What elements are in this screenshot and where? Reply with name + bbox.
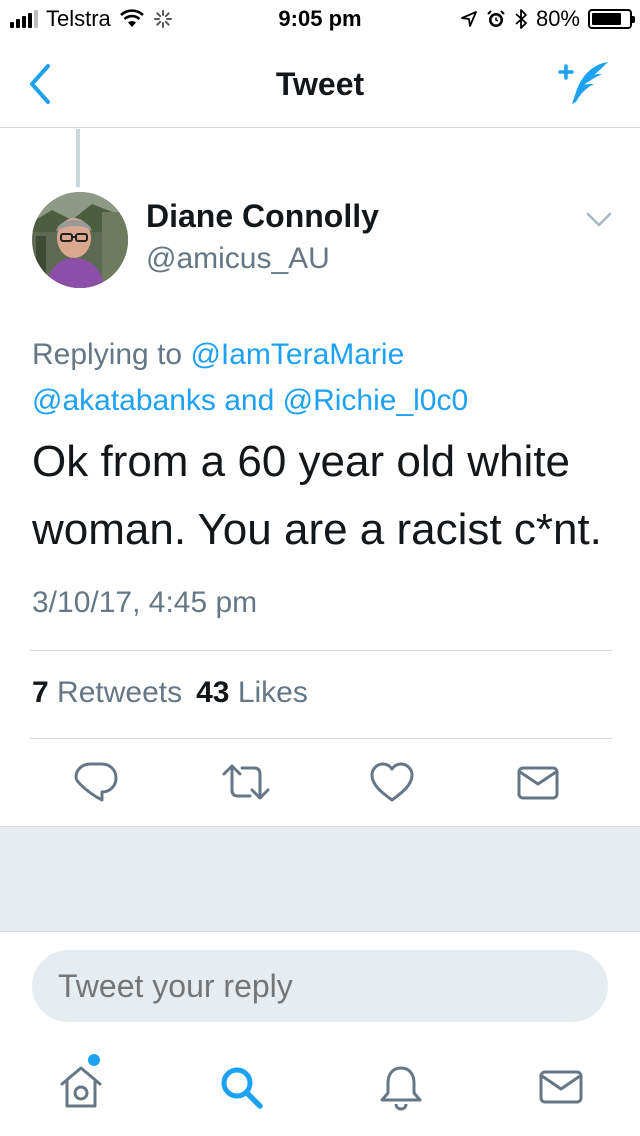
author-handle[interactable]: @amicus_AU [146,242,330,276]
reply-input[interactable] [32,950,608,1022]
tweet-actions [0,760,640,810]
battery-fill [592,13,621,25]
bell-icon [380,1066,422,1111]
tweet-stats: 7 Retweets 43 Likes [32,676,308,710]
tweet-text-line: Ok from a 60 year old white [32,437,571,486]
reply-bubble-icon [74,762,118,802]
thread-connector-line [76,129,80,187]
direct-message-button[interactable] [516,760,560,804]
retweet-button[interactable] [220,760,272,804]
mention-link[interactable]: @akatabanks [32,384,216,417]
avatar[interactable] [32,192,128,288]
divider [30,738,612,739]
reply-context: Replying to @IamTeraMarie @akatabanks an… [32,332,612,424]
mention-link[interactable]: @IamTeraMarie [190,338,404,371]
bluetooth-icon [515,9,527,29]
status-right: 80% [460,6,635,32]
heart-icon [370,762,414,802]
replies-area [0,826,640,932]
likes-stat[interactable]: 43 Likes [196,676,308,709]
tab-home[interactable] [56,1062,106,1112]
envelope-icon [517,766,559,800]
location-arrow-icon [461,11,477,27]
author-name[interactable]: Diane Connolly [146,198,379,235]
retweet-count: 7 [32,676,49,709]
tab-messages[interactable] [536,1062,586,1112]
page-title: Tweet [275,66,365,102]
compose-tweet-button[interactable] [556,58,614,112]
status-bar: Telstra 9:05 pm 80% [0,0,640,40]
tweet-options-button[interactable] [586,210,612,230]
retweet-icon [222,764,270,800]
reply-button[interactable] [74,760,118,804]
mention-link[interactable]: @Richie_l0c0 [283,384,469,417]
tweet-text: Ok from a 60 year old white woman. You a… [32,428,612,564]
compose-tweet-icon [558,62,608,104]
alarm-icon [487,10,505,27]
like-label: Likes [237,676,308,709]
retweet-label: Retweets [57,676,183,709]
profile-photo [32,192,128,288]
tab-bar [0,1040,640,1136]
battery-icon [588,9,635,29]
divider [30,650,612,651]
replying-to-label: Replying to [32,338,191,371]
navigation-bar: Tweet [0,40,640,128]
new-content-dot [88,1054,100,1066]
mention-joiner: and [215,384,283,417]
tab-search[interactable] [216,1062,266,1112]
like-count: 43 [196,676,230,709]
battery-percent: 80% [535,6,580,31]
home-icon [60,1066,102,1108]
like-button[interactable] [370,760,414,804]
tweet-timestamp: 3/10/17, 4:45 pm [32,586,258,619]
search-icon [221,1067,263,1109]
tweet-text-line: woman. You are a racist c*nt. [32,505,602,554]
retweets-stat[interactable]: 7 Retweets [32,676,182,709]
envelope-icon [539,1070,583,1104]
chevron-down-icon [586,212,612,227]
tab-notifications[interactable] [376,1062,426,1112]
